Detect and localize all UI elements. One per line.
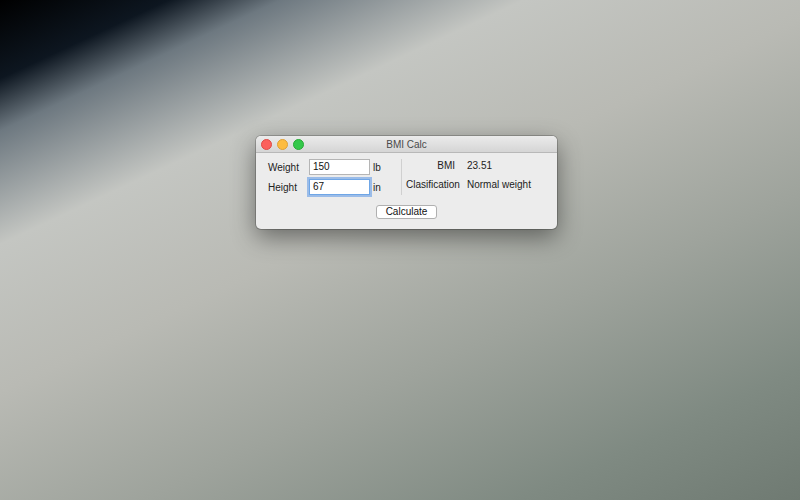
result-panel: BMI 23.51 Clasification Normal weight	[406, 159, 531, 195]
zoom-icon[interactable]	[293, 139, 304, 150]
window-title: BMI Calc	[386, 139, 427, 150]
button-row: Calculate	[268, 205, 545, 219]
wallpaper	[0, 0, 800, 500]
text-field[interactable]: 150	[309, 159, 370, 175]
result-label: Clasification	[406, 179, 455, 190]
result-value: Normal weight	[467, 179, 531, 190]
minimize-icon[interactable]	[277, 139, 288, 150]
desktop: BMI Calc Weight 150 lb Height 67 in BMI 2…	[0, 0, 800, 500]
panels: Weight 150 lb Height 67 in BMI 23.51 Clasi…	[268, 159, 545, 195]
input-panel: Weight 150 lb Height 67 in	[268, 159, 400, 195]
unit-label: in	[373, 182, 400, 193]
text-field[interactable]: 67	[309, 179, 370, 195]
result-label: BMI	[406, 160, 455, 171]
window-controls	[261, 139, 304, 150]
result-value: 23.51	[467, 160, 531, 171]
input-label: Height	[268, 182, 306, 193]
title-bar[interactable]: BMI Calc	[256, 136, 557, 153]
unit-label: lb	[373, 162, 400, 173]
close-icon[interactable]	[261, 139, 272, 150]
calculate-button[interactable]: Calculate	[376, 205, 438, 219]
input-label: Weight	[268, 162, 306, 173]
divider	[401, 159, 402, 195]
app-window: BMI Calc Weight 150 lb Height 67 in BMI 2…	[256, 136, 557, 229]
window-body: Weight 150 lb Height 67 in BMI 23.51 Clasi…	[256, 153, 557, 229]
